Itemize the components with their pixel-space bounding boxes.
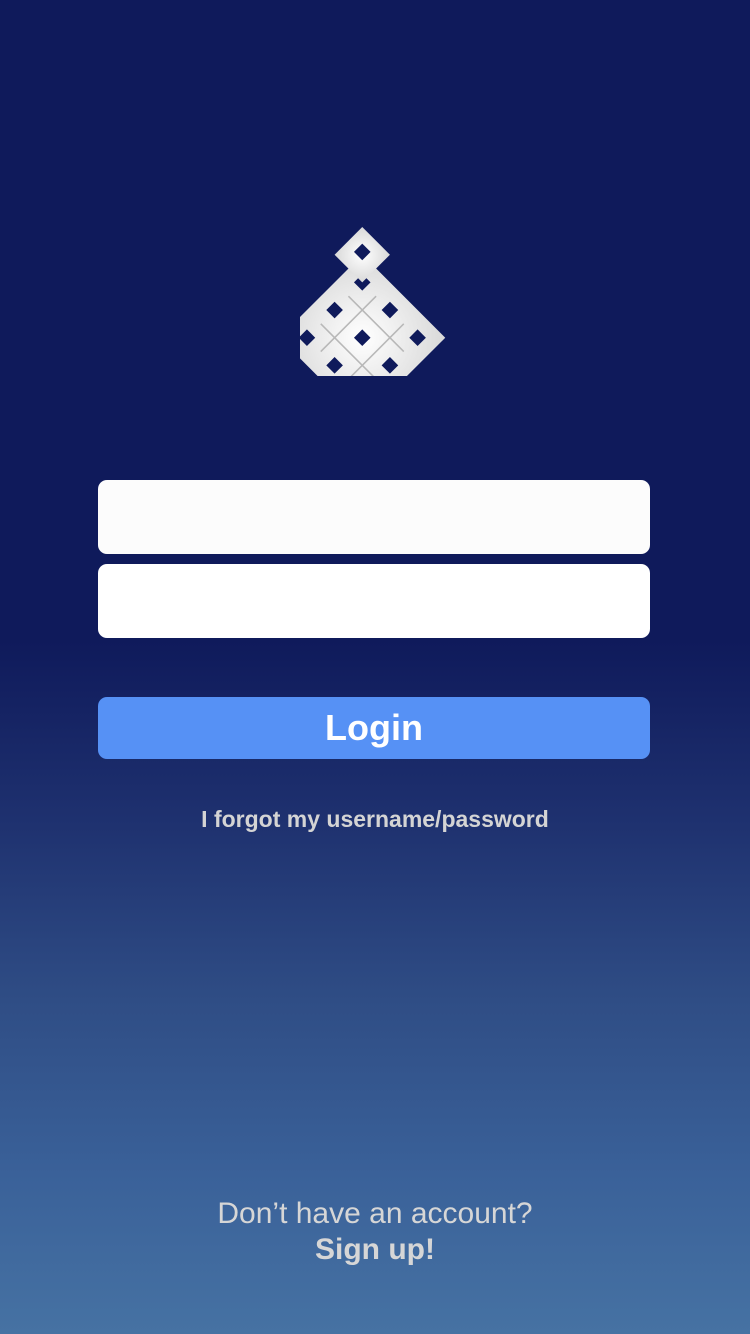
signup-prompt-text: Don’t have an account? xyxy=(217,1197,533,1230)
login-button[interactable]: Login xyxy=(98,697,650,759)
endless-knot-icon xyxy=(300,227,446,376)
forgot-credentials-link[interactable]: I forgot my username/password xyxy=(0,804,750,834)
signup-link[interactable]: Sign up! xyxy=(0,1232,750,1268)
login-screen: Login I forgot my username/password Don’… xyxy=(0,0,750,1334)
username-field[interactable] xyxy=(98,480,650,554)
password-field[interactable] xyxy=(98,564,650,638)
